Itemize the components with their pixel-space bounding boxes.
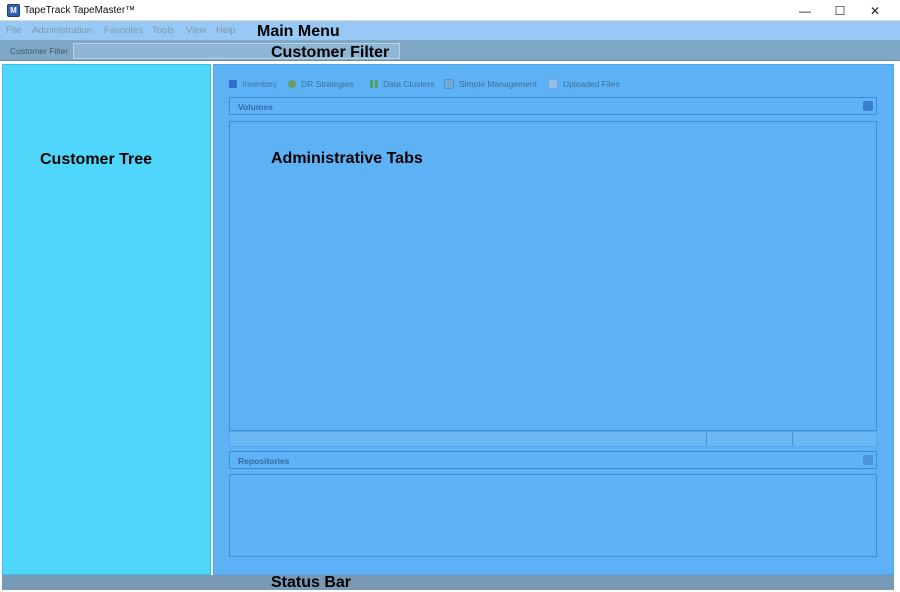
menu-view[interactable]: View — [186, 25, 206, 36]
uploaded-files-icon — [548, 79, 558, 89]
dr-strategies-icon — [288, 80, 296, 88]
menu-administration[interactable]: Administration — [32, 25, 92, 36]
status-divider — [792, 432, 793, 446]
customer-filter-label: Customer Filter — [10, 46, 69, 56]
menu-help[interactable]: Help — [216, 25, 236, 36]
status-bar-annotation: Status Bar — [271, 574, 352, 591]
tab-label: Inventory — [242, 79, 277, 89]
close-button[interactable]: ✕ — [858, 0, 892, 21]
administrative-tabs-annotation: Administrative Tabs — [271, 150, 423, 167]
window-title: TapeTrack TapeMaster™ — [24, 5, 136, 16]
tab-inventory[interactable]: Inventory — [229, 78, 277, 90]
tab-label: Uploaded Files — [563, 79, 620, 89]
tab-label: Simple Management — [459, 79, 537, 89]
repositories-grid[interactable] — [229, 474, 877, 557]
main-menu-bar: File Administration Favorites Tools View… — [0, 21, 900, 40]
menu-tools[interactable]: Tools — [152, 25, 174, 36]
tab-label: Data Clusters — [383, 79, 435, 89]
tab-data-clusters[interactable]: Data Clusters — [370, 78, 435, 90]
maximize-button[interactable]: ☐ — [823, 0, 857, 21]
repositories-menu-icon[interactable] — [863, 455, 873, 465]
status-divider — [706, 432, 707, 446]
menu-file[interactable]: File — [6, 25, 21, 36]
tab-uploaded-files[interactable]: Uploaded Files — [548, 78, 620, 90]
volumes-status-row — [229, 431, 877, 447]
minimize-button[interactable]: — — [788, 0, 822, 21]
repositories-title: Repositories — [238, 456, 290, 466]
customer-tree-annotation: Customer Tree — [40, 151, 153, 168]
customer-tree-panel[interactable] — [2, 64, 211, 575]
customer-filter-annotation: Customer Filter — [271, 44, 390, 61]
menu-favorites[interactable]: Favorites — [104, 25, 143, 36]
main-menu-annotation: Main Menu — [257, 23, 340, 40]
volumes-menu-icon[interactable] — [863, 101, 873, 111]
tab-label: DR Strategies — [301, 79, 354, 89]
status-bar — [2, 575, 894, 590]
tab-dr-strategies[interactable]: DR Strategies — [288, 78, 354, 90]
simple-management-icon — [444, 79, 454, 89]
volumes-panel-header: Volumes — [229, 97, 877, 115]
repositories-panel-header: Repositories — [229, 451, 877, 469]
volumes-title: Volumes — [238, 102, 273, 112]
tab-simple-management[interactable]: Simple Management — [444, 78, 537, 90]
data-clusters-icon — [370, 80, 378, 88]
app-logo-icon: M — [7, 4, 20, 17]
inventory-icon — [229, 80, 237, 88]
